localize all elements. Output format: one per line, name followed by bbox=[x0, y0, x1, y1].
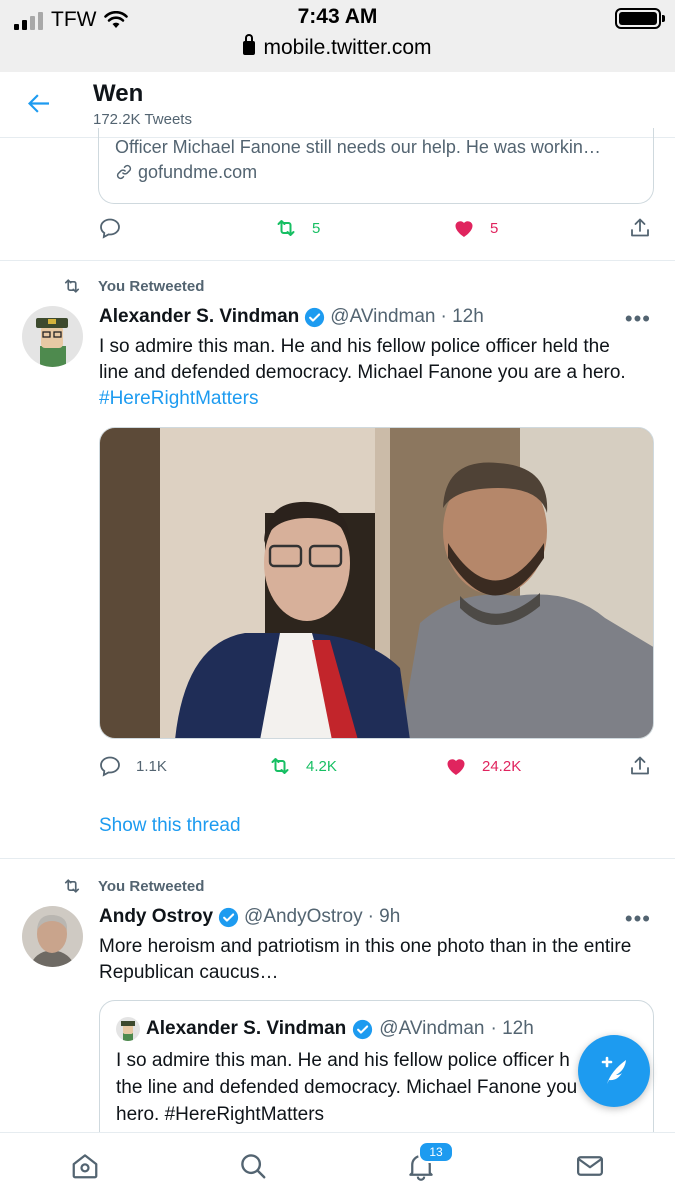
verified-icon bbox=[218, 907, 239, 927]
home-icon bbox=[72, 1154, 98, 1179]
tweet-header: Andy Ostroy @AndyOstroy · 9h bbox=[99, 906, 400, 928]
reply-count: 1.1K bbox=[136, 757, 167, 775]
author-name[interactable]: Alexander S. Vindman bbox=[99, 306, 299, 328]
retweeted-label: You Retweeted bbox=[98, 877, 205, 895]
reply-icon bbox=[100, 218, 120, 239]
tweet-text: More heroism and patriotism in this one … bbox=[99, 934, 655, 986]
tab-home[interactable] bbox=[70, 1151, 100, 1181]
author-handle[interactable]: @AVindman bbox=[330, 306, 435, 328]
quote-author-handle: @AVindman bbox=[379, 1018, 485, 1039]
card-link: gofundme.com bbox=[115, 162, 637, 183]
verified-icon bbox=[353, 1019, 373, 1039]
tweet-time: · 12h bbox=[440, 306, 484, 327]
quote-text-line: the line and defended democracy. Michael… bbox=[116, 1077, 578, 1098]
retweet-button[interactable]: 5 bbox=[274, 216, 320, 240]
divider bbox=[0, 858, 675, 859]
retweet-button[interactable]: 4.2K bbox=[268, 754, 337, 778]
tweet2-actions: 1.1K 4.2K 24.2K bbox=[98, 754, 654, 784]
reply-button[interactable] bbox=[98, 216, 136, 240]
tab-notifications[interactable]: 13 bbox=[406, 1141, 454, 1181]
tweet-text-line: line and defended democracy. Michael Fan… bbox=[99, 362, 626, 383]
like-count: 24.2K bbox=[482, 757, 522, 775]
retweeted-by: You Retweeted bbox=[62, 276, 204, 296]
show-thread-link[interactable]: Show this thread bbox=[99, 815, 241, 837]
notification-badge: 13 bbox=[418, 1141, 454, 1163]
quote-time: · 12h bbox=[490, 1018, 534, 1039]
share-button[interactable] bbox=[628, 216, 652, 240]
tweet-text-line: More heroism and patriotism in this one … bbox=[99, 936, 632, 957]
retweet-icon bbox=[64, 279, 80, 293]
tweet-text: I so admire this man. He and his fellow … bbox=[99, 334, 655, 412]
tweet-time: · 9h bbox=[367, 906, 401, 927]
quote-avatar bbox=[116, 1017, 140, 1041]
reply-icon bbox=[100, 756, 120, 777]
retweet-icon bbox=[271, 758, 289, 774]
battery-icon bbox=[615, 8, 665, 29]
like-button[interactable]: 24.2K bbox=[444, 754, 521, 778]
tweet-text-line: I so admire this man. He and his fellow … bbox=[99, 336, 610, 357]
heart-icon bbox=[455, 221, 473, 237]
avatar[interactable] bbox=[22, 306, 83, 367]
share-icon bbox=[631, 756, 649, 775]
like-button[interactable]: 5 bbox=[452, 216, 498, 240]
back-arrow-icon[interactable] bbox=[24, 88, 54, 118]
author-name[interactable]: Andy Ostroy bbox=[99, 906, 213, 928]
tab-messages[interactable] bbox=[575, 1151, 605, 1181]
link-icon bbox=[116, 164, 132, 180]
retweet-icon bbox=[64, 879, 80, 893]
compose-icon bbox=[601, 1056, 626, 1084]
bottom-tab-bar: 13 bbox=[0, 1132, 675, 1200]
quote-text: I so admire this man. He and his fellow … bbox=[116, 1047, 636, 1128]
retweet-count: 5 bbox=[312, 219, 321, 237]
tweet-text-line: Republican caucus… bbox=[99, 962, 279, 983]
retweet-icon bbox=[277, 220, 295, 236]
divider bbox=[0, 260, 675, 261]
search-icon bbox=[241, 1154, 266, 1179]
avatar[interactable] bbox=[22, 906, 83, 967]
url-text: mobile.twitter.com bbox=[263, 36, 432, 59]
quote-text-line: I so admire this man. He and his fellow … bbox=[116, 1050, 570, 1071]
reply-button[interactable]: 1.1K bbox=[98, 754, 167, 778]
compose-button[interactable] bbox=[578, 1035, 650, 1107]
lock-icon bbox=[243, 34, 256, 55]
ios-status-bar: TFW 7:43 AM mobile.twitter.com bbox=[0, 0, 675, 72]
page-title: Wen bbox=[93, 80, 144, 107]
mail-icon bbox=[577, 1156, 603, 1176]
share-icon bbox=[631, 218, 649, 237]
more-icon[interactable]: ••• bbox=[625, 906, 651, 932]
clock: 7:43 AM bbox=[297, 5, 378, 28]
card-domain: gofundme.com bbox=[138, 162, 258, 182]
like-count: 5 bbox=[490, 219, 499, 237]
retweet-count: 4.2K bbox=[306, 757, 337, 775]
verified-icon bbox=[305, 307, 325, 327]
link-card[interactable]: Officer Michael Fanone still needs our h… bbox=[98, 128, 654, 204]
url-bar[interactable]: mobile.twitter.com bbox=[0, 34, 675, 60]
tweet-header: Alexander S. Vindman @AVindman · 12h bbox=[99, 306, 484, 328]
share-button[interactable] bbox=[628, 754, 652, 778]
tweet-count: 172.2K Tweets bbox=[93, 111, 192, 128]
retweeted-by: You Retweeted bbox=[62, 876, 204, 896]
quote-header: Alexander S. Vindman @AVindman · 12h bbox=[116, 1017, 534, 1041]
quote-text-line: hero. #HereRightMatters bbox=[116, 1104, 325, 1125]
heart-icon bbox=[447, 759, 465, 775]
tweet-photo[interactable] bbox=[99, 427, 654, 739]
quote-author-name: Alexander S. Vindman bbox=[146, 1018, 347, 1039]
more-icon[interactable]: ••• bbox=[625, 306, 651, 332]
hashtag-link[interactable]: #HereRightMatters bbox=[99, 386, 655, 412]
tweet1-actions: 5 5 bbox=[98, 216, 654, 246]
tab-search[interactable] bbox=[238, 1151, 268, 1181]
author-handle[interactable]: @AndyOstroy bbox=[244, 906, 363, 928]
retweeted-label: You Retweeted bbox=[98, 277, 205, 295]
card-description: Officer Michael Fanone still needs our h… bbox=[115, 137, 601, 157]
